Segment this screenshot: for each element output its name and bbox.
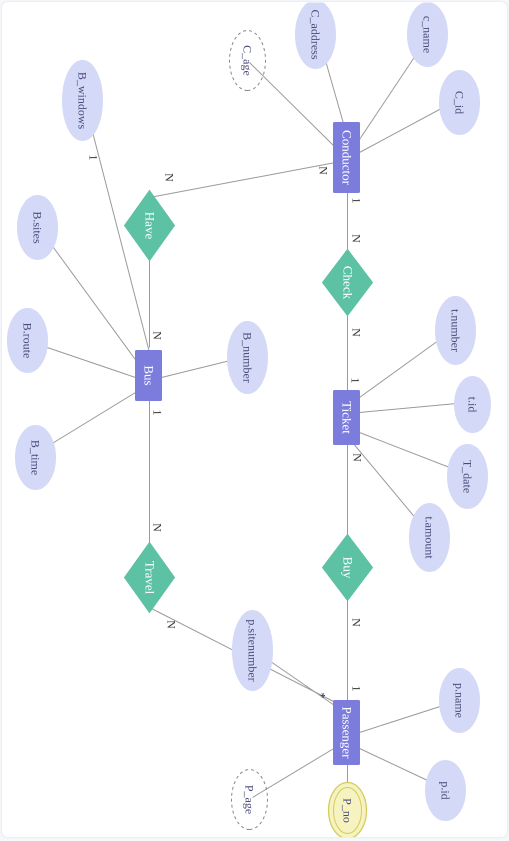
attribute-t-number-label: t.number xyxy=(448,309,462,352)
edge-ticket-tid xyxy=(359,402,467,412)
card-bus-travel: 1 xyxy=(150,409,164,415)
attribute-t-amount-label: t.amount xyxy=(422,516,436,559)
card-bwindows-side: 1 xyxy=(86,154,100,160)
attribute-t-date: T_date xyxy=(447,444,487,508)
entity-ticket-label: Ticket xyxy=(339,401,354,434)
attribute-c-name-label: c_name xyxy=(420,15,434,52)
entity-conductor: Conductor xyxy=(333,122,359,192)
attribute-t-number: t.number xyxy=(435,296,475,364)
entity-passenger: Passenger xyxy=(333,700,359,764)
attribute-b-number: B_number xyxy=(227,321,267,393)
entity-bus: Bus xyxy=(135,350,161,400)
entity-ticket: Ticket xyxy=(333,390,359,444)
attribute-t-id-label: t.id xyxy=(465,396,479,412)
relationship-travel: Travel xyxy=(124,542,174,612)
attribute-b-number-label: B_number xyxy=(240,332,254,383)
attribute-c-address: C_address xyxy=(295,2,335,68)
attribute-p-sitenumber: p.sitenumber xyxy=(232,610,272,690)
attribute-p-no-label: P_no xyxy=(340,798,354,823)
attribute-p-age-derived: P_age xyxy=(231,769,267,829)
attribute-p-no-key: P_no xyxy=(328,782,366,837)
attribute-b-windows: B_windows xyxy=(62,60,102,140)
diagram-stage: Conductor Ticket Passenger Bus Check xyxy=(2,2,507,837)
attribute-b-time-label: B_time xyxy=(28,439,42,474)
entity-passenger-label: Passenger xyxy=(339,706,354,759)
attribute-c-age-label: C_age xyxy=(240,45,254,76)
attribute-p-id-label: p.id xyxy=(438,781,452,799)
attribute-b-time: B_time xyxy=(15,425,55,489)
card-have-conductor: N xyxy=(162,173,176,182)
attribute-p-age-label: P_age xyxy=(242,784,256,813)
entity-conductor-label: Conductor xyxy=(339,130,354,186)
edge-conductor-cage xyxy=(249,62,335,147)
relationship-buy-label: Buy xyxy=(340,556,355,578)
attribute-c-address-label: C_address xyxy=(308,9,322,59)
edge-passenger-pname xyxy=(359,702,452,732)
attribute-t-amount: t.amount xyxy=(409,503,449,571)
relationship-check-label: Check xyxy=(340,265,355,299)
card-passenger-travel-star: * xyxy=(314,692,328,698)
edge-ticket-tdate xyxy=(359,432,462,472)
edge-have-conductor xyxy=(149,162,335,197)
entity-bus-label: Bus xyxy=(141,365,156,385)
edge-ticket-tnumber xyxy=(359,332,449,397)
attribute-b-route: B.route xyxy=(7,308,47,372)
attribute-c-name: c_name xyxy=(407,2,447,66)
card-buy-passenger: N xyxy=(349,618,363,627)
edge-bus-bsites xyxy=(42,232,137,362)
relationship-check: Check xyxy=(322,249,372,315)
edge-conductor-cid xyxy=(359,102,452,152)
attribute-b-route-label: B.route xyxy=(20,322,34,358)
card-bus-have: N xyxy=(150,331,164,340)
attribute-t-id: t.id xyxy=(454,376,490,432)
diagram-frame: Conductor Ticket Passenger Bus Check xyxy=(2,2,507,837)
attribute-p-name: p.name xyxy=(439,668,479,732)
attribute-c-age-derived: C_age xyxy=(229,30,265,90)
attribute-p-sitenumber-label: p.sitenumber xyxy=(245,619,259,681)
er-diagram-svg: Conductor Ticket Passenger Bus Check xyxy=(2,2,507,837)
card-passenger-travel-n: N xyxy=(164,620,178,629)
attribute-b-sites: B.sites xyxy=(17,195,57,259)
card-conductor-check: 1 xyxy=(349,197,363,203)
relationship-travel-label: Travel xyxy=(142,560,157,594)
card-travel-bus: N xyxy=(150,523,164,532)
attribute-c-id: C_id xyxy=(439,70,479,134)
card-ticket-check: 1 xyxy=(348,377,362,383)
attribute-b-windows-label: B_windows xyxy=(75,71,89,129)
attribute-c-id-label: C_id xyxy=(452,90,466,113)
relationship-have-label: Have xyxy=(142,211,157,239)
card-ticket-buy: N xyxy=(350,453,364,462)
edge-passenger-page xyxy=(252,747,335,797)
card-conductor-have: N xyxy=(316,166,330,175)
relationship-buy: Buy xyxy=(322,534,372,600)
card-passenger-buy: 1 xyxy=(349,685,363,691)
attribute-p-name-label: p.name xyxy=(452,683,466,718)
attribute-p-id: p.id xyxy=(425,760,465,820)
relationship-have: Have xyxy=(124,190,174,260)
attribute-b-sites-label: B.sites xyxy=(30,211,44,244)
card-check-conductor: N xyxy=(349,234,363,243)
card-check-ticket: N xyxy=(349,328,363,337)
attribute-t-date-label: T_date xyxy=(460,459,474,492)
